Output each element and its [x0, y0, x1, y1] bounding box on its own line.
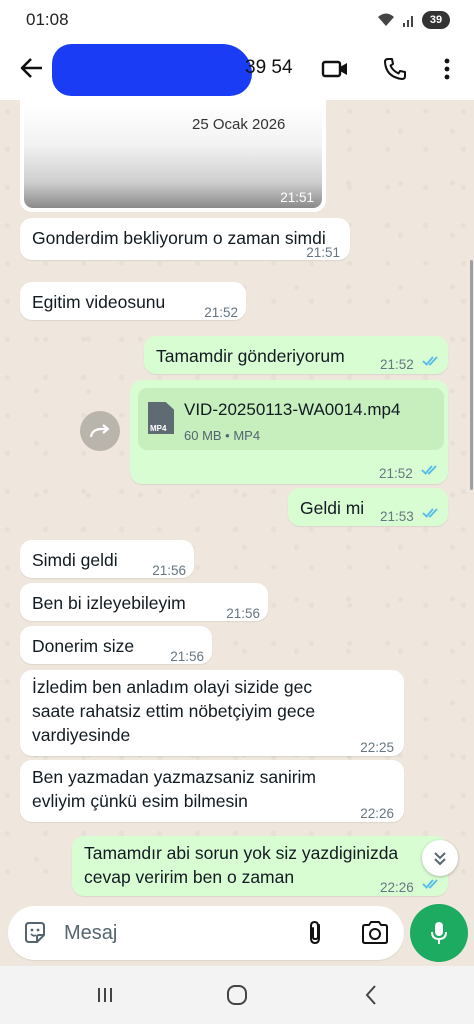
- file-attachment[interactable]: MP4 VID-20250113-WA0014.mp4 60 MB • MP4: [138, 388, 444, 450]
- system-navigation-bar: [0, 966, 474, 1024]
- message-text-line: vardiyesinde: [32, 725, 131, 745]
- incoming-message[interactable]: İzledim ben anladım olayi sizide gec saa…: [20, 670, 404, 756]
- video-camera-icon: [321, 60, 347, 78]
- message-time: 22:25: [360, 740, 394, 755]
- message-time: 21:52: [204, 305, 238, 320]
- sticker-icon[interactable]: [22, 920, 48, 946]
- mp4-file-icon: MP4: [148, 402, 174, 434]
- incoming-message[interactable]: Ben yazmadan yazmazsaniz sanirim evliyim…: [20, 760, 404, 822]
- message-text: Tamamdir gönderiyorum: [156, 346, 345, 366]
- wifi-icon: [378, 13, 394, 26]
- incoming-message[interactable]: Ben bi izleyebileyim 21:56: [20, 583, 268, 621]
- message-text-line: Ben yazmadan yazmazsaniz sanirim: [32, 767, 317, 787]
- battery-indicator: 39: [422, 11, 450, 29]
- status-icons: 39: [376, 11, 450, 29]
- image-date-text: 25 Ocak 2026: [192, 116, 286, 133]
- read-receipt-icon: [422, 356, 438, 366]
- message-text: Egitim videosunu: [32, 292, 166, 312]
- message-text: Simdi geldi: [32, 550, 118, 570]
- image-preview[interactable]: 25 Ocak 2026 21:51: [24, 104, 322, 208]
- message-text: Donerim size: [32, 636, 135, 656]
- home-icon: [227, 985, 247, 1005]
- outgoing-message[interactable]: Geldi mi 21:53: [288, 488, 448, 526]
- menu-button[interactable]: [432, 54, 462, 84]
- message-text-line: Tamamdır abi sorun yok siz yazdiginizda: [84, 843, 399, 863]
- message-time: 21:53: [380, 509, 414, 524]
- message-text-line: cevap veririm ben o zaman: [84, 867, 295, 887]
- contact-name[interactable]: 39 54: [245, 57, 293, 79]
- system-back-button[interactable]: [356, 982, 386, 1008]
- voice-call-button[interactable]: [380, 54, 410, 84]
- message-text-line: evliyim çünkü esim bilmesin: [32, 791, 248, 811]
- outgoing-message[interactable]: Tamamdır abi sorun yok siz yazdiginizda …: [72, 836, 448, 896]
- incoming-message[interactable]: Donerim size 21:56: [20, 626, 212, 664]
- incoming-message[interactable]: Gonderdim bekliyorum o zaman simdi 21:51: [20, 218, 350, 260]
- message-time: 21:51: [280, 190, 314, 205]
- incoming-message[interactable]: Egitim videosunu 21:52: [20, 282, 246, 320]
- message-time: 21:56: [152, 563, 186, 578]
- message-time: 21:52: [379, 466, 413, 481]
- message-time: 22:26: [360, 806, 394, 821]
- paperclip-icon[interactable]: [302, 919, 330, 947]
- file-meta: 60 MB • MP4: [184, 428, 261, 443]
- recent-apps-icon: [98, 988, 112, 1002]
- microphone-icon: [431, 922, 447, 944]
- status-bar: 01:08 39: [0, 0, 474, 40]
- read-receipt-icon: [422, 879, 438, 889]
- message-text-line: saate rahatsiz ettim nöbetçiyim gece: [32, 701, 316, 721]
- message-input[interactable]: [64, 919, 284, 947]
- message-text: Geldi mi: [300, 498, 365, 518]
- signal-icon: [403, 16, 413, 27]
- outgoing-message[interactable]: Tamamdir gönderiyorum 21:52: [144, 336, 448, 374]
- message-time: 21:56: [226, 606, 260, 621]
- message-time: 21:51: [306, 245, 340, 260]
- input-pill[interactable]: [8, 906, 404, 960]
- scrollbar[interactable]: [470, 260, 473, 490]
- message-text: Ben bi izleyebileyim: [32, 593, 186, 613]
- phone-icon: [384, 58, 406, 80]
- scroll-to-bottom-button[interactable]: [422, 840, 458, 876]
- file-name: VID-20250113-WA0014.mp4: [184, 400, 401, 419]
- recent-apps-button[interactable]: [90, 982, 120, 1008]
- video-call-button[interactable]: [320, 54, 350, 84]
- message-text: Gonderdim bekliyorum o zaman simdi: [32, 228, 326, 248]
- file-type-label: MP4: [150, 424, 167, 433]
- voice-message-button[interactable]: [410, 904, 468, 962]
- status-time: 01:08: [26, 10, 69, 29]
- forward-button[interactable]: [80, 411, 120, 451]
- message-time: 22:26: [380, 880, 414, 895]
- message-composer: [0, 900, 474, 966]
- camera-icon[interactable]: [360, 919, 390, 947]
- incoming-message[interactable]: Simdi geldi 21:56: [20, 540, 194, 578]
- arrow-left-icon: [20, 58, 42, 78]
- image-message[interactable]: 25 Ocak 2026 21:51: [20, 100, 326, 212]
- forward-icon: [89, 424, 110, 438]
- back-button[interactable]: [18, 54, 46, 82]
- read-receipt-icon: [421, 465, 437, 475]
- home-button[interactable]: [222, 982, 252, 1008]
- chat-area[interactable]: 25 Ocak 2026 21:51 Gonderdim bekliyorum …: [0, 100, 474, 900]
- message-time: 21:52: [380, 357, 414, 372]
- read-receipt-icon: [422, 508, 438, 518]
- message-text-line: İzledim ben anladım olayi sizide gec: [32, 677, 313, 697]
- message-time: 21:56: [170, 649, 204, 664]
- outgoing-file-message[interactable]: MP4 VID-20250113-WA0014.mp4 60 MB • MP4 …: [130, 380, 448, 484]
- redacted-contact-mark: [52, 44, 252, 96]
- chat-header: 39 54: [0, 40, 474, 100]
- chevron-double-down-icon: [434, 852, 446, 866]
- chevron-left-icon: [365, 985, 376, 1005]
- more-vertical-icon: [444, 58, 450, 80]
